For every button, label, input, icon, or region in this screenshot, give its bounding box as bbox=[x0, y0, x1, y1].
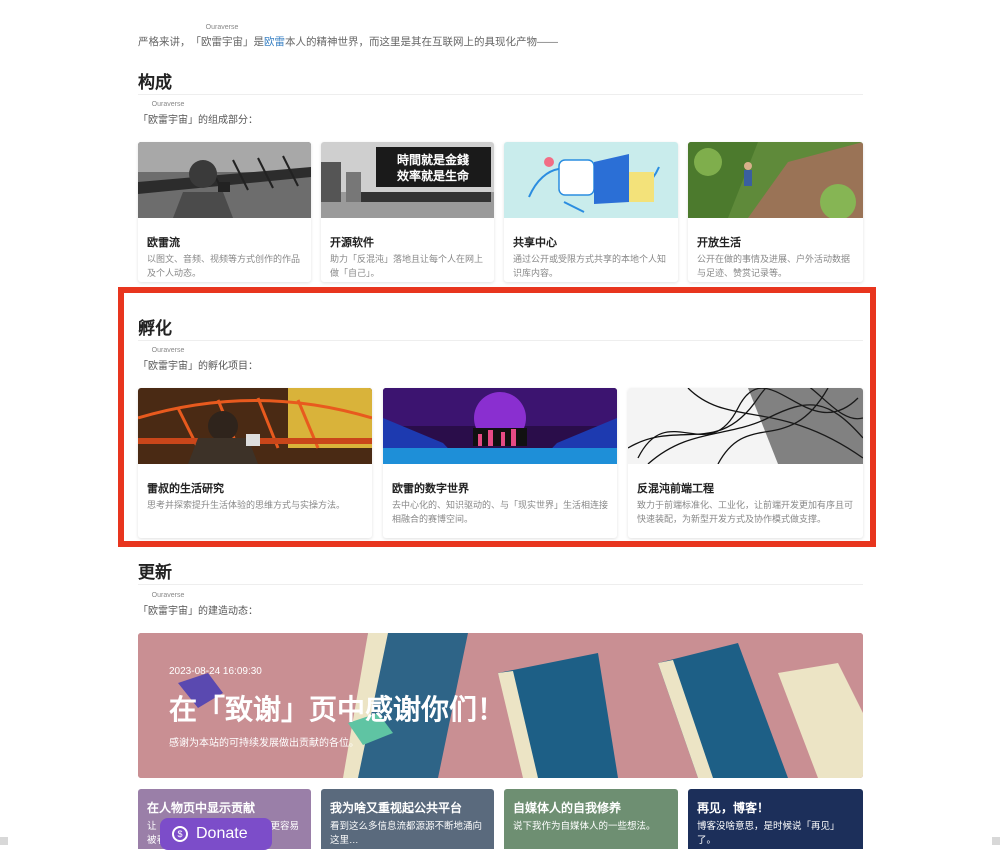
ouraverse-label: 「欧雷宇宙」 bbox=[138, 115, 198, 126]
card-title: 欧雷流 bbox=[147, 237, 180, 249]
window-corner bbox=[0, 837, 8, 845]
intro-suffix: 本人的精神世界，而这里是其在互联网上的具现化产物—— bbox=[285, 36, 558, 48]
intro-text: 严格来讲， Ouraverse 「欧雷宇宙」是欧雷本人的精神世界，而这里是其在互联网… bbox=[138, 24, 558, 49]
banner-desc: 感谢为本站的可持续发展做出贡献的各位。 bbox=[169, 738, 359, 749]
ruby-text: Ouraverse bbox=[151, 101, 185, 108]
section-heading-composition: 构成 bbox=[138, 73, 172, 93]
ouraverse-name: Ouraverse 「欧雷宇宙」 bbox=[190, 24, 254, 49]
divider bbox=[138, 584, 863, 585]
card-image bbox=[138, 142, 311, 218]
card-sharing-center[interactable]: 共享中心 通过公开或受限方式共享的本地个人知识库内容。 bbox=[504, 142, 678, 282]
intro-mid: 是 bbox=[253, 36, 265, 48]
ouraverse-ruby: Ouraverse bbox=[205, 24, 239, 31]
ruby-text: Ouraverse bbox=[151, 592, 185, 599]
card-desc: 公开在做的事情及进展、户外活动数据与足迹、赞赏记录等。 bbox=[697, 254, 851, 278]
update-title: 自媒体人的自我修养 bbox=[513, 801, 622, 815]
update-desc: 说下我作为自媒体人的一些想法。 bbox=[513, 821, 656, 832]
ouraverse-label: 「欧雷宇宙」 bbox=[190, 36, 254, 48]
svg-text:效率就是生命: 效率就是生命 bbox=[397, 168, 470, 183]
card-open-life[interactable]: 开放生活 公开在做的事情及进展、户外活动数据与足迹、赞赏记录等。 bbox=[688, 142, 863, 282]
card-desc: 通过公开或受限方式共享的本地个人知识库内容。 bbox=[513, 254, 667, 278]
card-title: 开源软件 bbox=[330, 237, 374, 249]
intro-prefix: 严格来讲， bbox=[138, 36, 191, 48]
update-desc: 博客没啥意思，是时候说「再见」了。 bbox=[697, 821, 840, 846]
update-card[interactable]: 我为啥又重视起公共平台 看到这么多信息流都源源不断地涌向这里… bbox=[321, 789, 494, 849]
card-title: 共享中心 bbox=[513, 237, 557, 249]
card-desc: 助力「反混沌」落地且让每个人在网上做「自己」。 bbox=[330, 254, 484, 278]
update-title: 再见，博客！ bbox=[697, 801, 770, 815]
update-title: 我为啥又重视起公共平台 bbox=[330, 801, 463, 815]
update-banner[interactable]: 2023-08-24 16:09:30 在「致谢」页中感谢你们！ 感谢为本站的可… bbox=[138, 633, 863, 778]
section-sub-composition: Ouraverse 「欧雷宇宙」的组成部分： bbox=[138, 101, 258, 126]
section-heading-updates: 更新 bbox=[138, 563, 172, 583]
divider bbox=[138, 94, 863, 95]
card-ouleiliu[interactable]: 欧雷流 以图文、音频、视频等方式创作的作品及个人动态。 bbox=[138, 142, 311, 282]
update-title: 在人物页中显示贡献 bbox=[147, 801, 256, 815]
banner-date: 2023-08-24 16:09:30 bbox=[169, 666, 262, 677]
update-card[interactable]: 再见，博客！ 博客没啥意思，是时候说「再见」了。 bbox=[688, 789, 863, 849]
sub-text: 的建造动态： bbox=[198, 606, 258, 617]
window-corner bbox=[992, 837, 1000, 845]
author-link[interactable]: 欧雷 bbox=[264, 36, 285, 48]
section-sub-updates: Ouraverse 「欧雷宇宙」的建造动态： bbox=[138, 592, 258, 617]
sub-text: 的组成部分： bbox=[198, 115, 258, 126]
highlight-box bbox=[118, 287, 876, 547]
card-desc: 以图文、音频、视频等方式创作的作品及个人动态。 bbox=[147, 254, 301, 278]
card-title: 开放生活 bbox=[697, 237, 741, 249]
svg-text:時間就是金錢: 時間就是金錢 bbox=[397, 152, 469, 167]
card-image bbox=[504, 142, 678, 218]
donate-button[interactable]: $ Donate bbox=[160, 818, 272, 850]
banner-title: 在「致谢」页中感谢你们！ bbox=[169, 693, 506, 726]
update-card[interactable]: 自媒体人的自我修养 说下我作为自媒体人的一些想法。 bbox=[504, 789, 678, 849]
card-image: 時間就是金錢 效率就是生命 bbox=[321, 142, 494, 218]
coin-icon: $ bbox=[172, 826, 188, 842]
card-open-source[interactable]: 時間就是金錢 效率就是生命 开源软件 助力「反混沌」落地且让每个人在网上做「自己… bbox=[321, 142, 494, 282]
ouraverse-label: 「欧雷宇宙」 bbox=[138, 606, 198, 617]
update-desc: 看到这么多信息流都源源不断地涌向这里… bbox=[330, 821, 483, 846]
donate-label: Donate bbox=[196, 825, 248, 842]
card-image bbox=[688, 142, 863, 218]
